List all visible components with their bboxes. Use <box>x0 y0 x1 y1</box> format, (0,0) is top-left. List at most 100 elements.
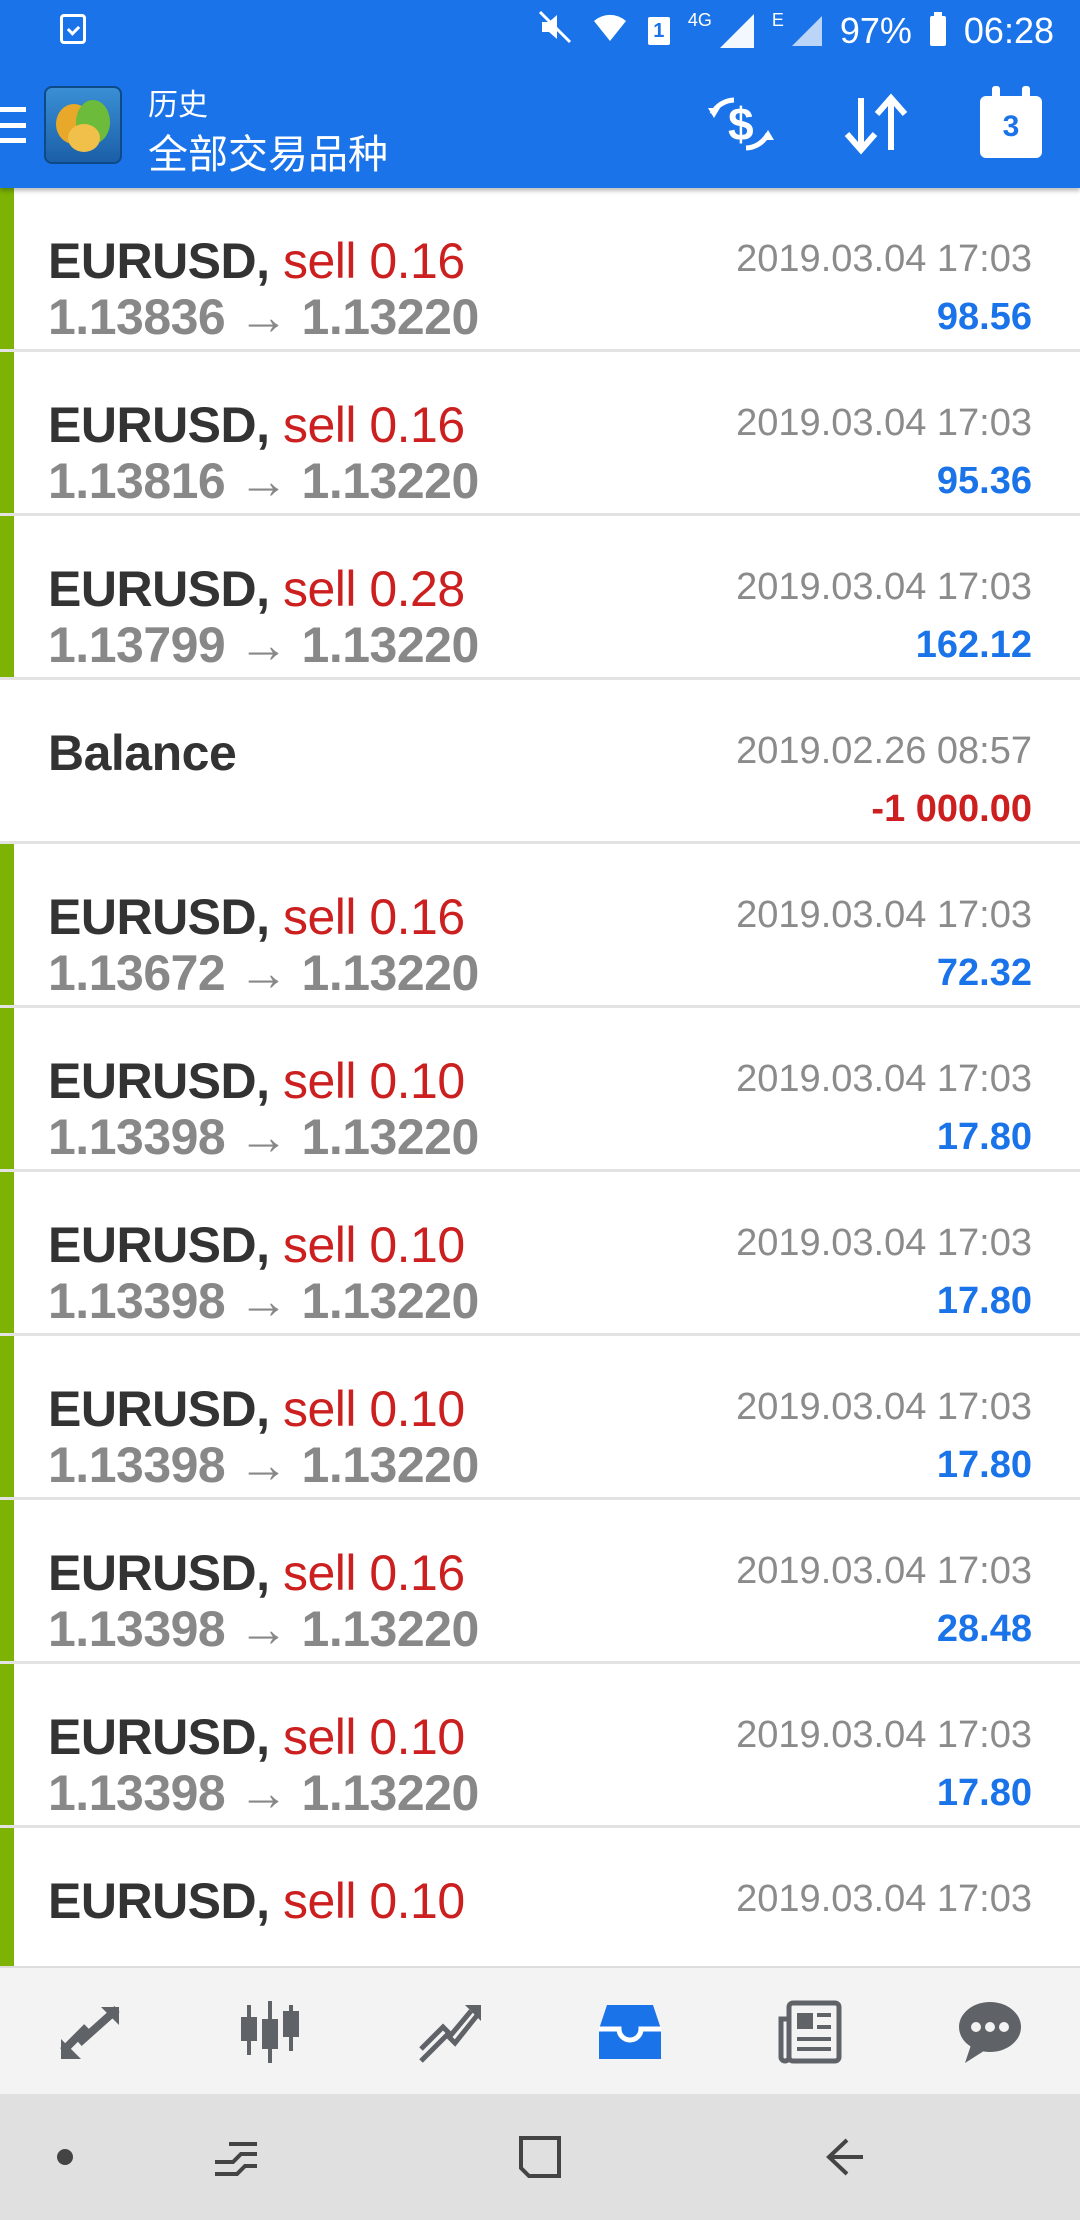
calendar-icon[interactable]: 3 <box>980 86 1042 158</box>
trade-indicator-bar <box>0 1008 14 1169</box>
trade-action: sell 0.10 <box>282 1381 465 1437</box>
app-bar: 历史 全部交易品种 $ 3 <box>0 62 1080 188</box>
trade-action: sell 0.10 <box>282 1217 465 1273</box>
price-range: 1.13398 → 1.13220 <box>48 1765 479 1821</box>
nav-news[interactable] <box>720 1968 900 2096</box>
balance-row[interactable]: Balance 2019.02.26 08:57 -1 000.00 <box>0 680 1080 844</box>
trade-profit: 17.80 <box>936 1444 1032 1486</box>
price-range: 1.13816 → 1.13220 <box>48 453 479 509</box>
symbol: Balance <box>48 725 237 781</box>
trade-indicator-bar <box>0 188 14 349</box>
trade-title: EURUSD, sell 0.10 <box>48 1872 465 1930</box>
trade-title: EURUSD, sell 0.16 <box>48 396 465 454</box>
trade-title: EURUSD, sell 0.16 <box>48 1544 465 1602</box>
network-e: E <box>771 10 784 30</box>
history-list[interactable]: EURUSD, sell 0.16 1.13836 → 1.13220 2019.0… <box>0 188 1080 1966</box>
trade-title: EURUSD, sell 0.16 <box>48 888 465 946</box>
back-icon[interactable] <box>806 2124 878 2190</box>
trade-title: EURUSD, sell 0.28 <box>48 560 465 618</box>
symbol: EURUSD, <box>48 1545 270 1601</box>
trade-row[interactable]: EURUSD, sell 0.16 1.13398 → 1.13220 2019.0… <box>0 1500 1080 1664</box>
home-icon[interactable] <box>504 2124 576 2190</box>
sim-badge: 1 <box>647 17 670 45</box>
clock: 06:28 <box>963 10 1054 51</box>
trade-indicator-bar <box>0 1828 14 1966</box>
menu-icon[interactable] <box>0 107 26 143</box>
symbol: EURUSD, <box>48 1381 270 1437</box>
symbol: EURUSD, <box>48 1709 270 1765</box>
symbol: EURUSD, <box>48 233 270 289</box>
status-bar: 1 4G E 97% 06:28 <box>0 0 1080 62</box>
trade-row[interactable]: EURUSD, sell 0.10 1.13398 → 1.13220 2019.0… <box>0 1336 1080 1500</box>
signal-icon <box>719 14 754 48</box>
sort-icon[interactable] <box>836 84 916 164</box>
trade-icon <box>417 1999 483 2065</box>
trade-row[interactable]: EURUSD, sell 0.16 1.13836 → 1.13220 2019.0… <box>0 188 1080 352</box>
battery-icon <box>929 12 946 46</box>
nav-history[interactable] <box>540 1968 720 2096</box>
symbol: EURUSD, <box>48 889 270 945</box>
nav-quotes[interactable] <box>0 1968 180 2096</box>
dot-icon[interactable] <box>40 2124 90 2190</box>
page-subtitle: 历史 <box>148 89 208 122</box>
svg-text:$: $ <box>728 98 754 150</box>
trade-time: 2019.03.04 17:03 <box>736 894 1032 936</box>
nav-trade[interactable] <box>360 1968 540 2096</box>
wifi-icon <box>590 11 630 51</box>
network-type: 4G <box>687 10 712 30</box>
price-range: 1.13799 → 1.13220 <box>48 617 479 673</box>
trade-time: 2019.03.04 17:03 <box>736 566 1032 608</box>
trade-title: EURUSD, sell 0.16 <box>48 232 465 290</box>
trade-profit: 98.56 <box>936 296 1032 338</box>
clipboard-check-icon <box>60 14 86 44</box>
price-range: 1.13398 → 1.13220 <box>48 1437 479 1493</box>
trade-profit: -1 000.00 <box>871 788 1032 830</box>
trade-action: sell 0.16 <box>282 397 465 453</box>
symbol: EURUSD, <box>48 1053 270 1109</box>
news-icon <box>777 1999 843 2065</box>
trade-action: sell 0.10 <box>282 1873 465 1929</box>
mute-icon <box>538 10 572 52</box>
battery-percent: 97% <box>839 10 912 51</box>
price-range: 1.13398 → 1.13220 <box>48 1273 479 1329</box>
symbol: EURUSD, <box>48 1873 270 1929</box>
trade-row[interactable]: EURUSD, sell 0.16 1.13816 → 1.13220 2019.0… <box>0 352 1080 516</box>
trade-title: EURUSD, sell 0.10 <box>48 1708 465 1766</box>
trade-time: 2019.03.04 17:03 <box>736 1878 1032 1920</box>
trade-time: 2019.03.04 17:03 <box>736 1058 1032 1100</box>
trade-time: 2019.03.04 17:03 <box>736 1550 1032 1592</box>
trade-indicator-bar <box>0 844 14 1005</box>
trade-indicator-bar <box>0 352 14 513</box>
trade-profit: 95.36 <box>936 460 1032 502</box>
trade-indicator-bar <box>0 1664 14 1825</box>
trade-title: Balance <box>48 724 237 782</box>
trade-time: 2019.02.26 08:57 <box>736 730 1032 772</box>
trade-time: 2019.03.04 17:03 <box>736 238 1032 280</box>
trade-title: EURUSD, sell 0.10 <box>48 1380 465 1438</box>
trade-row[interactable]: EURUSD, sell 0.10 2019.03.04 17:03 <box>0 1828 1080 1966</box>
trade-profit: 72.32 <box>936 952 1032 994</box>
nav-chat[interactable] <box>900 1968 1080 2096</box>
trade-indicator-bar <box>0 1500 14 1661</box>
app-logo[interactable] <box>44 86 122 164</box>
bottom-nav <box>0 1966 1080 2096</box>
quotes-icon <box>57 1999 123 2065</box>
trade-row[interactable]: EURUSD, sell 0.28 1.13799 → 1.13220 2019.0… <box>0 516 1080 680</box>
trade-row[interactable]: EURUSD, sell 0.10 1.13398 → 1.13220 2019.0… <box>0 1008 1080 1172</box>
trade-action: sell 0.16 <box>282 1545 465 1601</box>
trade-profit: 17.80 <box>936 1772 1032 1814</box>
price-range: 1.13398 → 1.13220 <box>48 1601 479 1657</box>
chart-candles-icon <box>237 1999 303 2065</box>
recent-apps-icon[interactable] <box>200 2124 272 2190</box>
nav-chart[interactable] <box>180 1968 360 2096</box>
trade-time: 2019.03.04 17:03 <box>736 402 1032 444</box>
trade-row[interactable]: EURUSD, sell 0.10 1.13398 → 1.13220 2019.0… <box>0 1172 1080 1336</box>
chat-icon <box>957 1999 1023 2065</box>
currency-exchange-icon[interactable]: $ <box>700 84 780 164</box>
trade-row[interactable]: EURUSD, sell 0.16 1.13672 → 1.13220 2019.0… <box>0 844 1080 1008</box>
trade-action: sell 0.10 <box>282 1053 465 1109</box>
trade-indicator-bar <box>0 516 14 677</box>
trade-row[interactable]: EURUSD, sell 0.10 1.13398 → 1.13220 2019.0… <box>0 1664 1080 1828</box>
page-title[interactable]: 全部交易品种 <box>148 122 388 180</box>
trade-action: sell 0.16 <box>282 889 465 945</box>
